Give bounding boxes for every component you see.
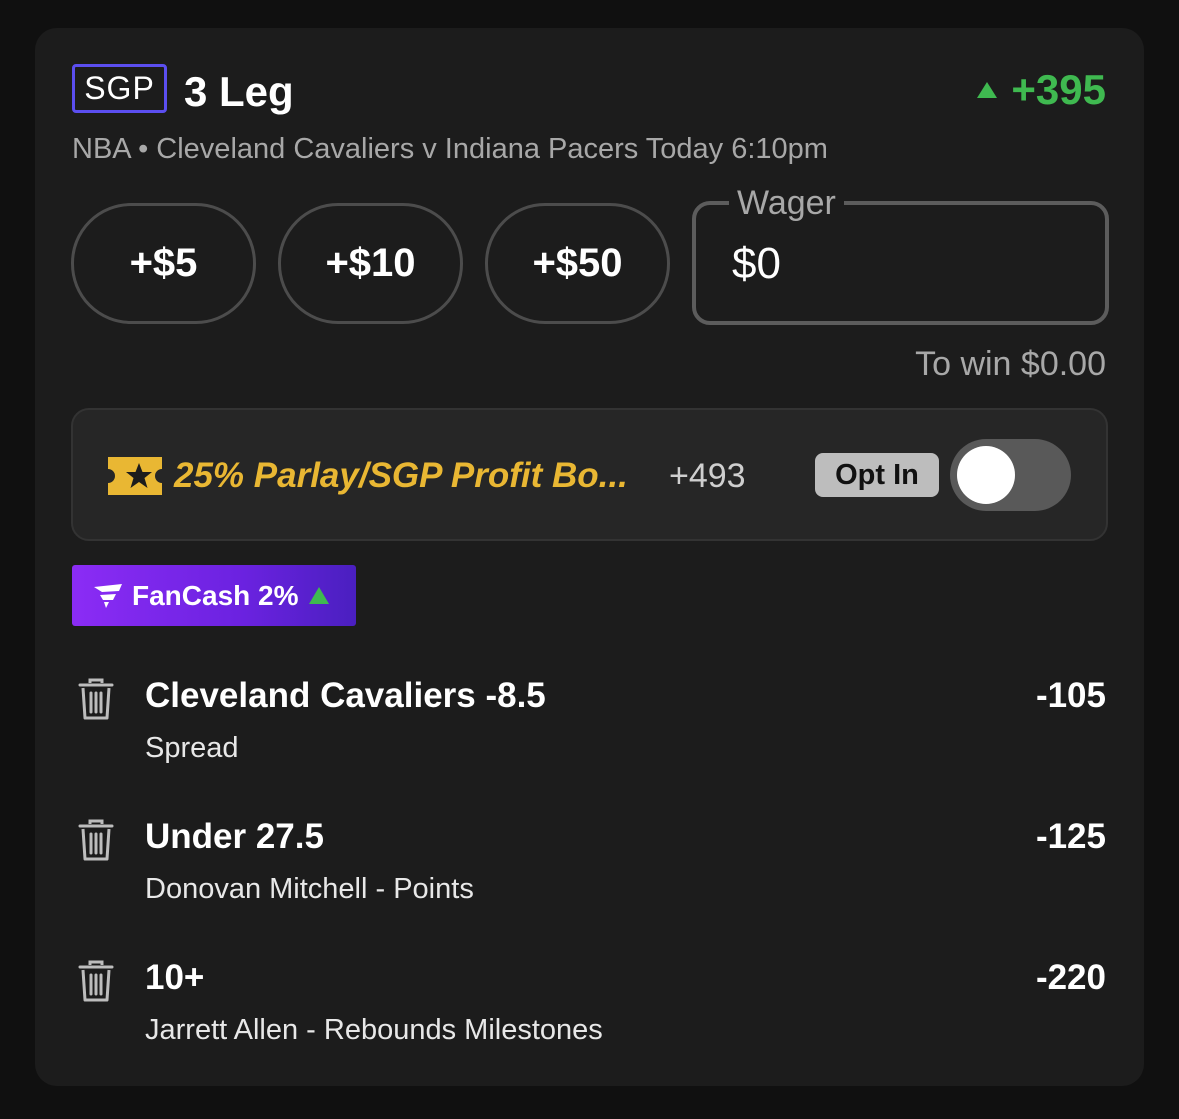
profit-boost-label: 25% Parlay/SGP Profit Bo... [174,456,628,495]
event-subtitle: NBA • Cleveland Cavaliers v Indiana Pace… [72,133,828,165]
fancash-badge: FanCash 2% [72,565,356,626]
parlay-odds: +395 [977,64,1106,116]
fancash-label: FanCash 2% [132,579,299,611]
boosted-odds: +493 [669,457,746,495]
boost-ticket-icon [108,457,162,495]
trash-icon[interactable] [78,678,114,720]
odds-up-arrow-icon [977,82,998,98]
leg-market: Spread [145,732,239,764]
sgp-badge: SGP [72,64,167,113]
fancash-up-arrow-icon [308,587,329,604]
leg-odds: -105 [1035,676,1106,715]
toggle-knob [957,446,1015,504]
leg-odds: -125 [1035,817,1106,856]
opt-in-toggle[interactable] [950,439,1071,511]
quick-add-5-button[interactable]: +$5 [71,203,256,324]
leg-selection: Cleveland Cavaliers -8.5 [145,676,546,715]
quick-add-10-button[interactable]: +$10 [278,203,463,324]
leg-market: Jarrett Allen - Rebounds Milestones [145,1014,603,1046]
leg-selection: 10+ [145,958,205,997]
bet-slip-card: SGP 3 Leg +395 NBA • Cleveland Cavaliers… [35,28,1144,1086]
trash-icon[interactable] [78,819,114,861]
leg-selection: Under 27.5 [145,817,324,856]
wager-label: Wager [729,182,844,224]
trash-icon[interactable] [78,960,114,1002]
to-win-amount: To win $0.00 [915,345,1106,383]
parlay-odds-value: +395 [1011,66,1106,113]
fanatics-logo-icon [94,583,122,608]
leg-odds: -220 [1035,958,1106,997]
quick-add-50-button[interactable]: +$50 [485,203,670,324]
opt-in-label: Opt In [815,453,939,497]
parlay-title: 3 Leg [184,68,294,115]
leg-market: Donovan Mitchell - Points [145,873,474,905]
wager-value[interactable]: $0 [732,236,781,292]
